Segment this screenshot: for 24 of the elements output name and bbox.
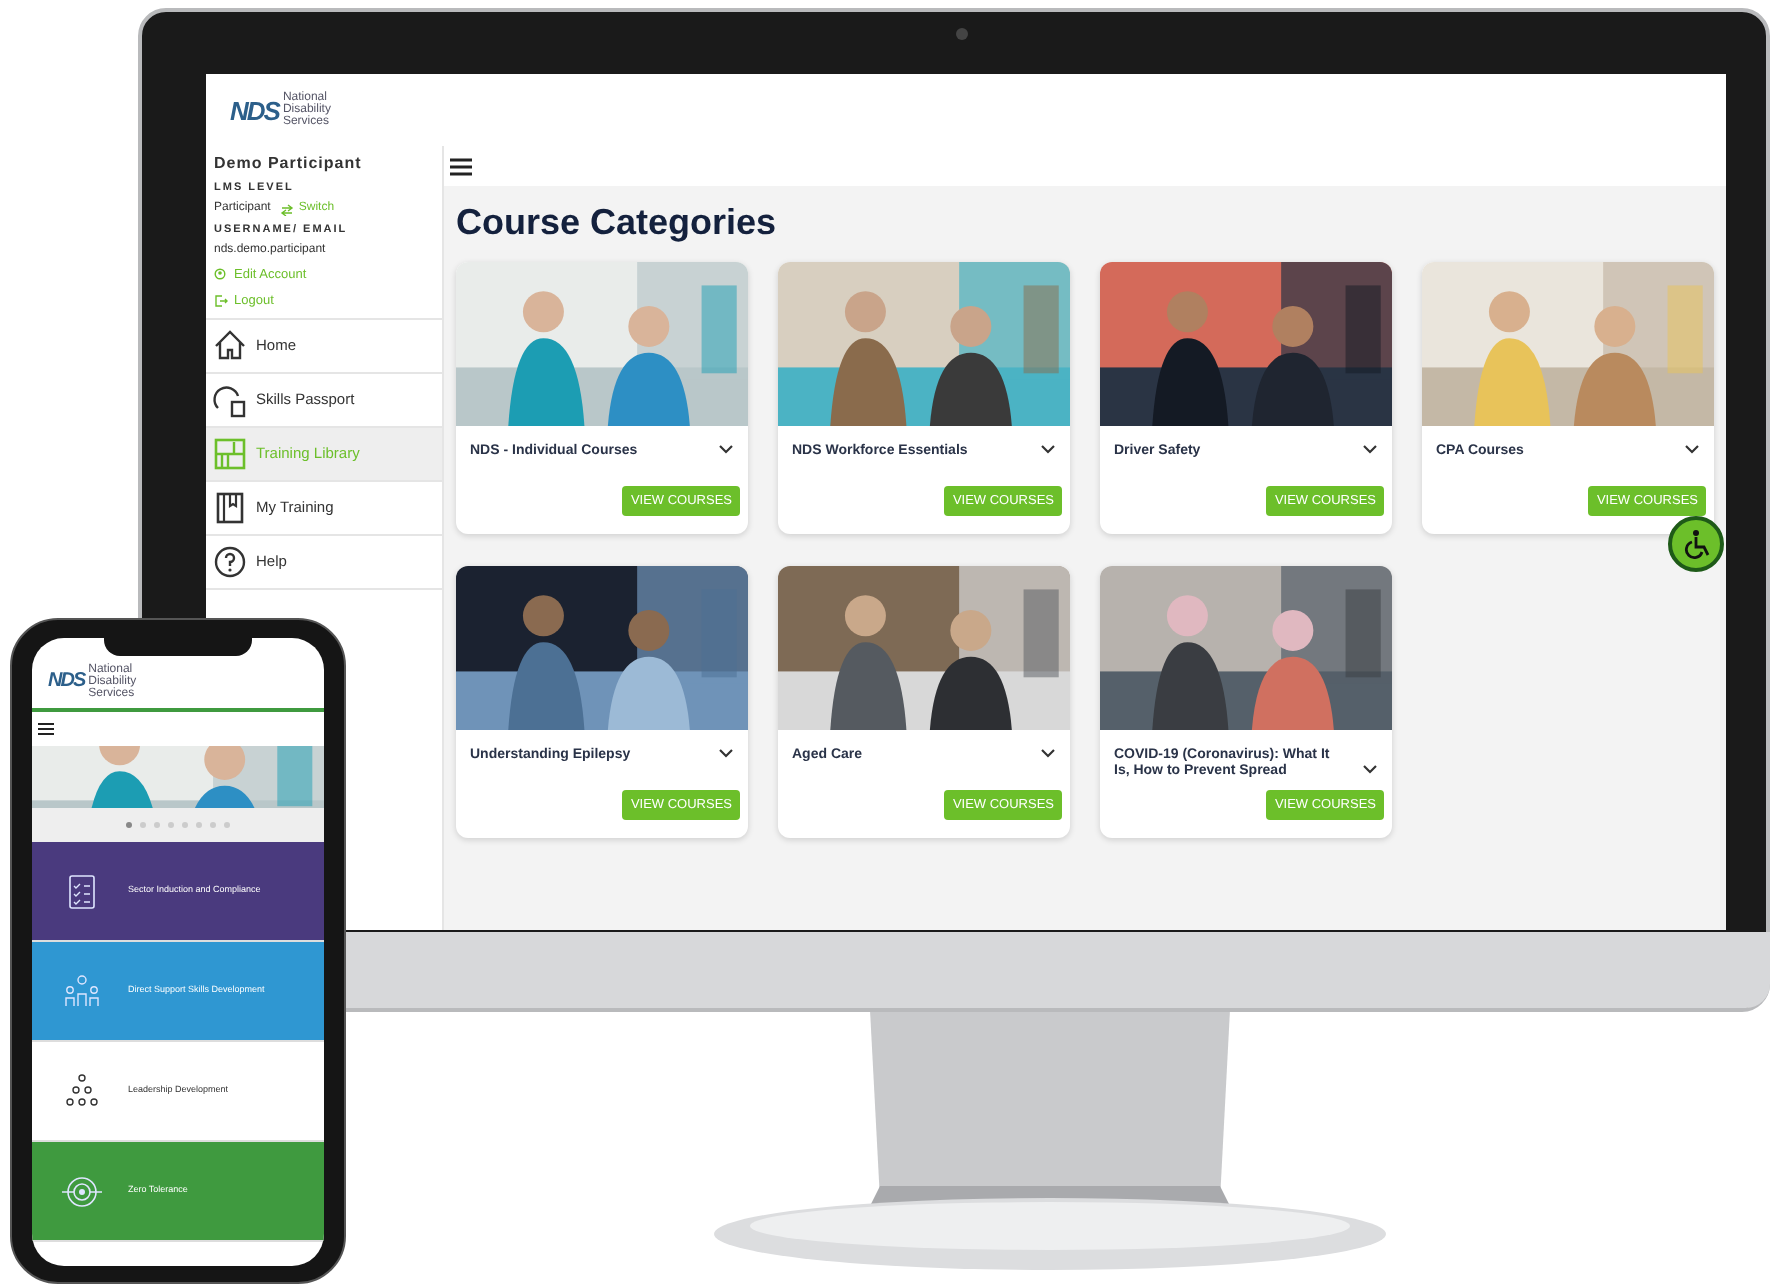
switch-icon [280,203,295,215]
logo-mark: NDS [48,672,85,692]
chevron-down-icon [1362,764,1378,774]
chevron-down-icon [1684,444,1700,454]
bookshelf-icon [212,436,248,472]
target-icon [60,1171,104,1211]
chevron-down-icon [718,748,734,758]
logo-mark: NDS [230,97,279,123]
page-title: Course Categories [454,200,779,246]
user-icon [214,268,228,282]
chevron-down-icon [1040,444,1056,454]
people-icon [60,971,104,1011]
exit-icon [214,294,228,308]
chevron-down-icon [1040,748,1056,758]
help-icon [212,544,248,580]
house-icon [212,328,248,364]
pyramid-icon [60,1071,104,1111]
chevron-down-icon [1362,444,1378,454]
wheelchair-icon [1680,528,1712,560]
chevron-down-icon [718,444,734,454]
book-icon [212,490,248,526]
menu-icon [38,722,54,736]
user-name: Demo Participant [214,152,364,176]
menu-icon [450,157,472,175]
